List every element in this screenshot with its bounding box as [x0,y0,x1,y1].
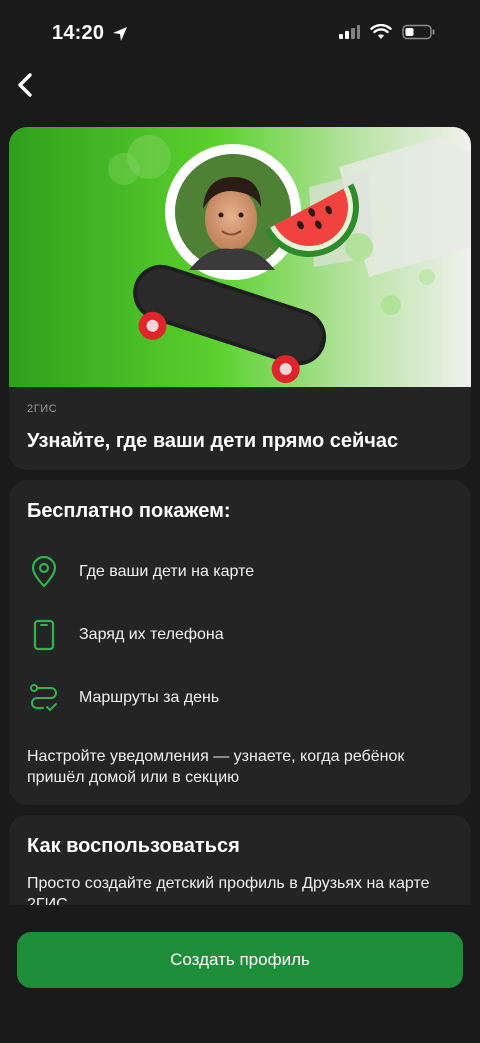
features-card: Бесплатно покажем: Где ваши дети на карт… [9,480,471,805]
status-bar: 14:20 [0,0,480,64]
feature-item-battery: Заряд их телефона [27,615,447,655]
status-icons [338,24,436,40]
signal-icon [339,25,360,39]
wifi-icon [370,24,392,39]
feature-label: Маршруты за день [79,689,220,706]
feature-label: Где ваши дети на карте [79,563,255,580]
phone-icon [27,618,61,652]
feature-item-location: Где ваши дети на карте [27,552,447,592]
features-heading: Бесплатно покажем: [27,500,231,522]
feature-item-routes: Маршруты за день [27,678,447,718]
route-icon [27,681,61,715]
create-profile-button[interactable]: Создать профиль [17,932,463,988]
battery-icon [402,24,435,40]
map-pin-icon [27,555,61,589]
back-button[interactable] [10,68,40,102]
hero-card[interactable]: 2ГИС Узнайте, где ваши дети прямо сейчас [9,127,471,470]
hero-illustration [9,127,471,387]
location-arrow-icon [113,27,127,41]
feature-label: Заряд их телефона [79,626,224,643]
features-note: Настройте уведомления — узнаете, когда р… [27,748,405,786]
chevron-left-icon [18,73,32,97]
howto-heading: Как воспользоваться [27,835,240,857]
hero-title: Узнайте, где ваши дети прямо сейчас [27,430,399,452]
bottom-panel: Создать профиль [0,905,480,1043]
status-time: 14:20 [52,22,105,44]
source-label: 2ГИС [27,403,58,415]
